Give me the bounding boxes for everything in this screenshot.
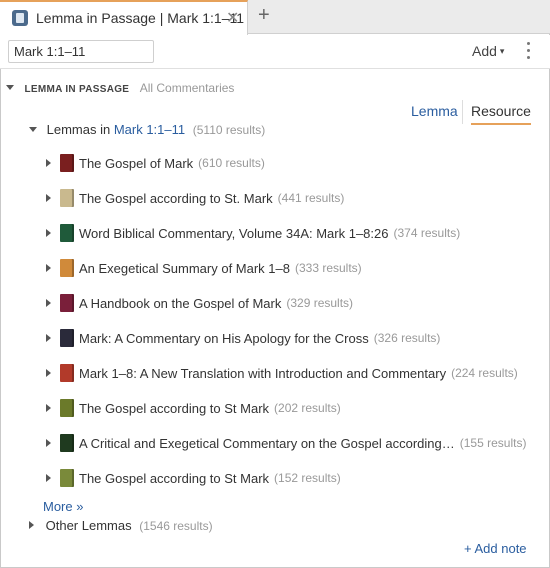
expand-arrow-icon bbox=[46, 229, 51, 237]
toggle-lemma[interactable]: Lemma bbox=[411, 103, 458, 119]
resource-title: The Gospel of Mark bbox=[79, 155, 194, 171]
resource-row[interactable]: Mark: A Commentary on His Apology for th… bbox=[46, 328, 440, 348]
more-options-icon[interactable] bbox=[526, 42, 532, 62]
new-tab-button[interactable]: + bbox=[258, 4, 270, 27]
resource-count: (610 results) bbox=[198, 156, 265, 170]
resource-title: An Exegetical Summary of Mark 1–8 bbox=[79, 260, 290, 276]
book-cover-icon bbox=[60, 329, 74, 347]
other-lemmas-group[interactable]: Other Lemmas (1546 results) bbox=[29, 518, 213, 533]
section-title: LEMMA IN PASSAGE bbox=[24, 84, 130, 95]
group-prefix: Lemmas in bbox=[46, 122, 111, 137]
expand-arrow-icon bbox=[46, 474, 51, 482]
book-cover-icon bbox=[60, 294, 74, 312]
tab-lemma-in-passage[interactable]: Lemma in Passage | Mark 1:1–11 ✕ bbox=[0, 0, 248, 35]
resource-count: (155 results) bbox=[459, 436, 527, 450]
expand-arrow-icon bbox=[46, 299, 51, 307]
resource-row[interactable]: The Gospel according to St Mark (152 res… bbox=[46, 468, 341, 488]
resource-row[interactable]: A Handbook on the Gospel of Mark (329 re… bbox=[46, 293, 353, 313]
expand-arrow-icon bbox=[46, 334, 51, 342]
resource-count: (374 results) bbox=[393, 226, 461, 240]
close-icon[interactable]: ✕ bbox=[226, 8, 239, 28]
resource-count: (202 results) bbox=[274, 401, 341, 415]
section-header[interactable]: LEMMA IN PASSAGE All Commentaries bbox=[6, 79, 234, 95]
toggle-resource[interactable]: Resource bbox=[471, 103, 531, 125]
book-cover-icon bbox=[60, 469, 74, 487]
resource-row[interactable]: Mark 1–8: A New Translation with Introdu… bbox=[46, 363, 518, 383]
expand-arrow-icon bbox=[46, 194, 51, 202]
resource-row[interactable]: A Critical and Exegetical Commentary on … bbox=[46, 433, 526, 453]
add-note-link[interactable]: + Add note bbox=[464, 541, 527, 556]
book-cover-icon bbox=[60, 364, 74, 382]
resource-row[interactable]: Word Biblical Commentary, Volume 34A: Ma… bbox=[46, 223, 460, 243]
collapse-arrow-icon bbox=[29, 127, 37, 132]
resource-title: A Critical and Exegetical Commentary on … bbox=[79, 435, 455, 451]
expand-arrow-icon bbox=[46, 369, 51, 377]
resource-count: (224 results) bbox=[451, 366, 518, 380]
resource-count: (333 results) bbox=[294, 261, 362, 275]
expand-arrow-icon bbox=[29, 521, 34, 529]
section-subtitle: All Commentaries bbox=[139, 81, 235, 95]
resource-title: A Handbook on the Gospel of Mark bbox=[79, 295, 282, 311]
book-cover-icon bbox=[60, 189, 74, 207]
group-count: (5110 results) bbox=[192, 123, 266, 137]
group-reference-link[interactable]: Mark 1:1–11 bbox=[114, 122, 185, 137]
expand-arrow-icon bbox=[46, 159, 51, 167]
resource-title: Word Biblical Commentary, Volume 34A: Ma… bbox=[79, 225, 389, 241]
tab-bar: Lemma in Passage | Mark 1:1–11 ✕ + bbox=[0, 0, 550, 35]
lemmas-group-header[interactable]: Lemmas in Mark 1:1–11 (5110 results) bbox=[29, 122, 265, 137]
book-cover-icon bbox=[60, 399, 74, 417]
resource-row[interactable]: An Exegetical Summary of Mark 1–8 (333 r… bbox=[46, 258, 362, 278]
resource-row[interactable]: The Gospel according to St Mark (202 res… bbox=[46, 398, 341, 418]
other-lemmas-count: (1546 results) bbox=[139, 519, 213, 533]
resource-count: (441 results) bbox=[277, 191, 345, 205]
resource-count: (329 results) bbox=[286, 296, 354, 310]
book-cover-icon bbox=[60, 434, 74, 452]
toolbar: Add▾ bbox=[0, 35, 550, 69]
other-lemmas-label: Other Lemmas bbox=[45, 518, 132, 533]
chevron-down-icon: ▾ bbox=[499, 46, 505, 56]
resource-title: Mark: A Commentary on His Apology for th… bbox=[79, 330, 369, 346]
expand-arrow-icon bbox=[46, 404, 51, 412]
add-button[interactable]: Add ▾ bbox=[472, 43, 504, 59]
more-link[interactable]: More » bbox=[43, 499, 83, 514]
reference-input[interactable] bbox=[8, 40, 154, 63]
panel-icon bbox=[12, 10, 28, 26]
collapse-arrow-icon bbox=[6, 85, 14, 90]
expand-arrow-icon bbox=[46, 439, 51, 447]
resource-title: The Gospel according to St Mark bbox=[79, 470, 270, 486]
resource-title: Mark 1–8: A New Translation with Introdu… bbox=[79, 365, 447, 381]
resource-count: (152 results) bbox=[274, 471, 341, 485]
resource-title: The Gospel according to St. Mark bbox=[79, 190, 273, 206]
tab-title: Lemma in Passage | Mark 1:1–11 bbox=[36, 10, 245, 26]
expand-arrow-icon bbox=[46, 264, 51, 272]
resource-row[interactable]: The Gospel of Mark (610 results) bbox=[46, 153, 265, 173]
toggle-divider bbox=[462, 100, 463, 124]
resource-count: (326 results) bbox=[373, 331, 441, 345]
book-cover-icon bbox=[60, 154, 74, 172]
resource-row[interactable]: The Gospel according to St. Mark (441 re… bbox=[46, 188, 344, 208]
resource-title: The Gospel according to St Mark bbox=[79, 400, 270, 416]
book-cover-icon bbox=[60, 224, 74, 242]
add-button-label: Add bbox=[472, 43, 497, 59]
book-cover-icon bbox=[60, 259, 74, 277]
